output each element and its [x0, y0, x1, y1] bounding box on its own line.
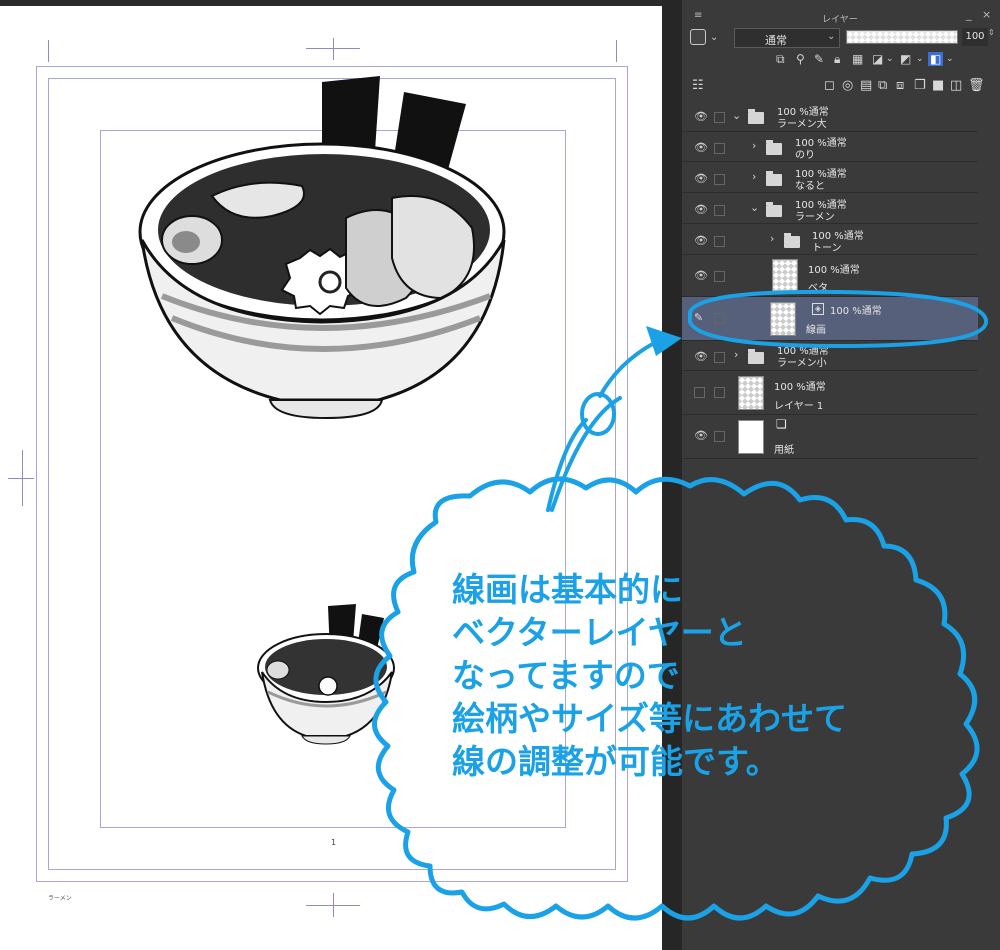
callout-line: 線の調整が可能です。	[452, 742, 779, 781]
callout-line: 線画は基本的に	[452, 570, 683, 609]
callout-text: 線画は基本的に ベクターレイヤーと なってますので 絵柄やサイズ等にあわせて 線…	[452, 568, 847, 783]
callout-line: 絵柄やサイズ等にあわせて	[452, 699, 848, 738]
callout-line: なってますので	[452, 656, 680, 695]
callout-arrowhead	[646, 326, 682, 356]
selection-highlight-ring	[688, 289, 989, 349]
callout-thought-dot	[580, 392, 616, 436]
callout-line: ベクターレイヤーと	[452, 613, 747, 652]
callout-bubble	[372, 289, 989, 921]
callout-pointer-line	[598, 338, 662, 398]
